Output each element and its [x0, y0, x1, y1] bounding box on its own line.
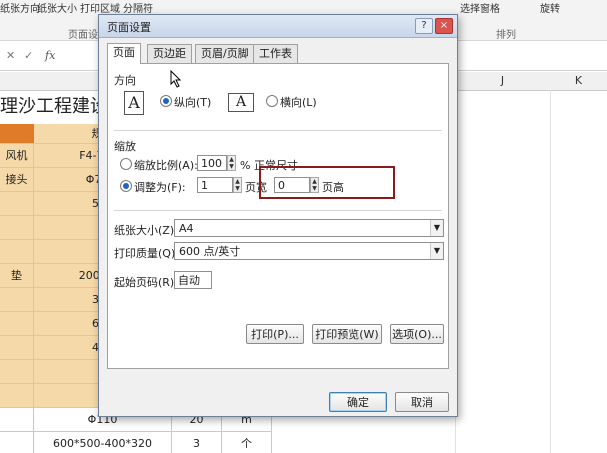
help-button[interactable]: ? — [415, 18, 433, 34]
table-cell[interactable]: 个 — [222, 432, 272, 453]
chevron-down-icon[interactable]: ▼ — [430, 243, 443, 259]
separator — [114, 130, 442, 131]
ribbon-rotate[interactable]: 旋转 — [540, 0, 560, 15]
sheet-title[interactable]: 理沙工程建设工 — [0, 90, 100, 124]
ribbon-print-area[interactable]: 打印区域 — [80, 0, 120, 15]
ok-button[interactable]: 确定 — [329, 392, 387, 412]
print-quality-select[interactable]: 600 点/英寸 ▼ — [174, 242, 444, 260]
first-page-input[interactable]: 自动 — [174, 271, 212, 289]
paper-size-label: 纸张大小(Z): — [114, 224, 178, 237]
table-cell[interactable]: 风机 — [0, 144, 34, 168]
table-cell[interactable] — [0, 192, 34, 216]
table-cell[interactable] — [0, 432, 34, 453]
table-cell[interactable] — [0, 240, 34, 264]
portrait-label[interactable]: 纵向(T) — [174, 94, 211, 110]
portrait-icon: A — [124, 91, 144, 115]
table-cell[interactable] — [0, 336, 34, 360]
page-setup-dialog: 页面设置 ? × 页面 页边距 页眉/页脚 工作表 方向 A 纵向(T) A 横… — [98, 14, 458, 417]
tab-margins[interactable]: 页边距 — [147, 44, 192, 63]
table-cell[interactable]: 600*500-400*320 — [34, 432, 172, 453]
scaling-label: 缩放 — [114, 140, 136, 153]
portrait-radio[interactable] — [160, 95, 172, 107]
tab-header-footer[interactable]: 页眉/页脚 — [195, 44, 255, 63]
first-page-label: 起始页码(R): — [114, 276, 178, 289]
column-header-j[interactable]: J — [455, 72, 551, 91]
cancel-icon[interactable]: ✕ — [6, 49, 15, 62]
enter-icon[interactable]: ✓ — [24, 49, 33, 62]
cancel-button[interactable]: 取消 — [395, 392, 449, 412]
table-cell[interactable]: 接头 — [0, 168, 34, 192]
table-cell[interactable] — [0, 312, 34, 336]
separator — [114, 210, 442, 211]
print-button[interactable]: 打印(P)... — [246, 324, 304, 344]
dialog-titlebar[interactable]: 页面设置 ? × — [99, 15, 457, 38]
highlight-box — [259, 166, 395, 199]
ribbon-group-arrange: 排列 — [496, 30, 516, 41]
function-icon[interactable]: fx — [45, 49, 55, 62]
paper-size-value: A4 — [179, 222, 194, 235]
ribbon-orientation[interactable]: 纸张方向 — [0, 0, 40, 15]
table-cell[interactable]: 3 — [172, 432, 222, 453]
print-preview-button[interactable]: 打印预览(W) — [312, 324, 382, 344]
fit-to-radio[interactable] — [120, 180, 132, 192]
tab-page[interactable]: 页面 — [107, 43, 141, 64]
page-tab-panel: 方向 A 纵向(T) A 横向(L) 缩放 缩放比例(A): 100 ▲ ▼ % … — [107, 63, 449, 369]
table-cell[interactable] — [0, 360, 34, 384]
adjust-to-radio[interactable] — [120, 158, 132, 170]
fit-to-label[interactable]: 调整为(F): — [134, 179, 186, 195]
column-header-k[interactable]: K — [550, 72, 607, 91]
landscape-icon: A — [228, 93, 254, 112]
ribbon-size[interactable]: 纸张大小 — [37, 0, 77, 15]
chevron-down-icon[interactable]: ▼ — [430, 220, 443, 236]
orientation-label: 方向 — [114, 74, 136, 87]
landscape-radio[interactable] — [266, 95, 278, 107]
options-button[interactable]: 选项(O)... — [390, 324, 444, 344]
table-cell[interactable] — [0, 288, 34, 312]
adjust-to-label[interactable]: 缩放比例(A): — [134, 157, 198, 173]
dialog-title: 页面设置 — [107, 21, 151, 34]
landscape-label[interactable]: 横向(L) — [280, 94, 317, 110]
print-quality-label: 打印质量(Q): — [114, 247, 179, 260]
fit-wide-input[interactable]: 1 — [197, 177, 233, 193]
adjust-to-stepper[interactable]: ▲ ▼ — [227, 155, 236, 171]
ribbon-group-page-setup: 页面设 — [68, 30, 98, 41]
table-cell[interactable] — [0, 216, 34, 240]
paper-size-select[interactable]: A4 ▼ — [174, 219, 444, 237]
ribbon-breaks[interactable]: 分隔符 — [123, 0, 153, 15]
mouse-cursor-icon — [170, 70, 182, 88]
table-cell[interactable]: 垫 — [0, 264, 34, 288]
table-cell[interactable] — [0, 384, 34, 408]
fit-wide-stepper[interactable]: ▲ ▼ — [233, 177, 242, 193]
close-button[interactable]: × — [435, 18, 453, 34]
table-cell[interactable] — [0, 408, 34, 432]
ribbon-selection-pane[interactable]: 选择窗格 — [460, 0, 500, 15]
print-quality-value: 600 点/英寸 — [179, 245, 241, 258]
tab-sheet[interactable]: 工作表 — [253, 44, 298, 63]
adjust-to-input[interactable]: 100 — [197, 155, 227, 171]
